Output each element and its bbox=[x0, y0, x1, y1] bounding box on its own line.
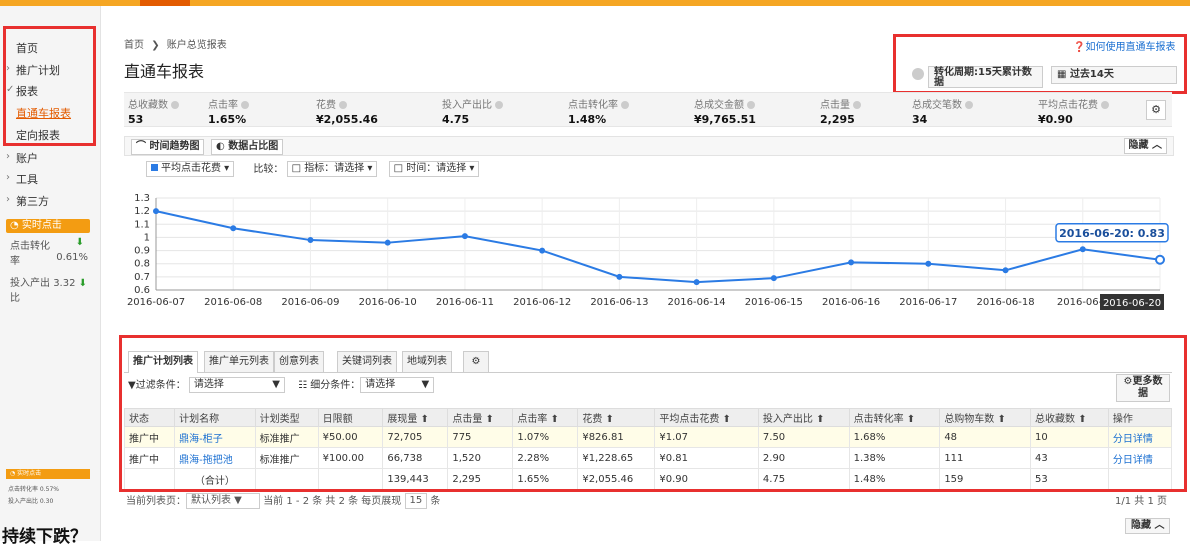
x-tick-label: 2016-06-08 bbox=[204, 297, 262, 308]
y-tick-label: 0.8 bbox=[134, 259, 150, 270]
data-point bbox=[539, 247, 546, 254]
x-tick-label: 2016-06-13 bbox=[590, 297, 648, 308]
data-point bbox=[384, 239, 391, 246]
small-metric-1: 点击转化率 0.57% bbox=[8, 486, 59, 493]
x-tick-label: 2016-06-15 bbox=[745, 297, 803, 308]
y-tick-label: 0.7 bbox=[134, 272, 150, 283]
series-line bbox=[155, 210, 1161, 284]
stat-cost: 花费 ¥2,055.46 bbox=[316, 100, 378, 126]
chevron-right-icon: › bbox=[6, 151, 10, 162]
x-tick-label: 2016-06-11 bbox=[436, 297, 494, 308]
bottom-caption: 持续下跌？ bbox=[2, 527, 87, 547]
data-point bbox=[461, 233, 468, 240]
y-tick-label: 0.6 bbox=[134, 285, 150, 296]
page-title: 直通车报表 bbox=[124, 62, 205, 81]
down-arrow-icon: ⬇ bbox=[78, 278, 88, 289]
data-point bbox=[770, 275, 777, 282]
metric-select[interactable]: 平均点击花费 ▾ bbox=[146, 161, 235, 177]
compare-label: 比较： bbox=[253, 164, 284, 175]
line-chart: 1.3 1.2 1.1 1 0.9 0.8 0.7 0.62016-06-07 2016-06-… bbox=[127, 193, 1169, 310]
sidebar-item-tools[interactable]: 工具 bbox=[16, 171, 38, 187]
stat-cvr: 点击转化率 1.48% bbox=[568, 96, 629, 126]
y-tick-label: 1.3 bbox=[134, 193, 150, 204]
y-tick-label: 1.2 bbox=[134, 206, 150, 217]
chevron-right-icon: › bbox=[6, 172, 10, 183]
crosshair-label: 2016-06-20 bbox=[1103, 298, 1161, 309]
x-tick-label: 2016-06-18 bbox=[976, 297, 1034, 308]
pie-chart-icon: ◐ bbox=[216, 141, 225, 152]
chart-controls: 平均点击花费 ▾ 比较： □ 指标：请选择 ▾ □ 时间：请选择 ▾ bbox=[146, 160, 480, 177]
stat-total-favorites: 总收藏数 53 bbox=[128, 96, 179, 126]
data-point bbox=[1079, 246, 1086, 253]
chevron-right-icon: › bbox=[6, 194, 10, 205]
page-info: 1/1 共 1 页 bbox=[1115, 496, 1167, 507]
y-tick-label: 0.9 bbox=[134, 246, 150, 257]
metric-conversion: 点击转化 ⬇ 率 0.61% bbox=[10, 237, 88, 267]
x-tick-label: 2016-06-16 bbox=[822, 297, 880, 308]
chart-toolbar: ⌒ 时间趋势图 ◐ 数据占比图 隐藏 ︿ bbox=[124, 136, 1174, 156]
breadcrumb-home[interactable]: 首页 bbox=[124, 40, 144, 51]
x-tick-label: 2016-06-12 bbox=[513, 297, 571, 308]
tooltip-text: 2016-06-20: 0.83 bbox=[1059, 227, 1165, 240]
breadcrumb: 首页 ❯ 账户总览报表 bbox=[124, 40, 227, 51]
y-tick-label: 1 bbox=[144, 232, 150, 243]
realtime-click-tag-small: ◔ 实时点击 bbox=[6, 469, 90, 479]
highlight-box-sidebar bbox=[3, 26, 96, 146]
down-arrow-icon: ⬇ bbox=[75, 237, 84, 248]
sidebar-item-account[interactable]: 账户 bbox=[16, 150, 38, 166]
summary-stats: 总收藏数 53 点击率 1.65% 花费 ¥2,055.46 投入产出比 4.75 点击… bbox=[124, 92, 1172, 127]
pager: 当前列表页： 默认列表 ▼ 当前 1 - 2 条 共 2 条 每页展现 15 条 bbox=[126, 493, 441, 509]
indicator-select[interactable]: □ 指标：请选择 ▾ bbox=[286, 161, 378, 177]
stat-gmv: 总成交金额 ¥9,765.51 bbox=[694, 100, 756, 126]
sidebar-item-third-party[interactable]: 第三方 bbox=[16, 193, 49, 209]
x-tick-label: 2016-06-17 bbox=[899, 297, 957, 308]
y-tick-label: 1.1 bbox=[134, 219, 150, 230]
metric-roi: 投入产出 3.32 ⬇ 比 bbox=[10, 278, 88, 304]
data-point bbox=[693, 279, 700, 286]
stat-orders: 总成交笔数 34 bbox=[912, 96, 973, 126]
data-point bbox=[925, 260, 932, 267]
data-point bbox=[1002, 267, 1009, 274]
x-tick-label: 2016-06-07 bbox=[127, 297, 185, 308]
data-point bbox=[153, 208, 159, 215]
brand-logo bbox=[140, 0, 190, 6]
realtime-click-tag: ◔ 实时点击 bbox=[6, 219, 90, 233]
x-tick-label: 2016-06-10 bbox=[359, 297, 417, 308]
view-select[interactable]: 默认列表 ▼ bbox=[186, 493, 260, 509]
data-point bbox=[616, 273, 623, 280]
top-banner-strip bbox=[0, 0, 1190, 6]
data-point bbox=[848, 259, 855, 266]
stat-clicks: 点击量 2,295 bbox=[820, 96, 861, 126]
gear-icon[interactable]: ⚙ bbox=[1146, 100, 1166, 120]
per-page-select[interactable]: 15 bbox=[404, 493, 428, 509]
stat-ctr: 点击率 1.65% bbox=[208, 96, 249, 126]
tab-share-chart[interactable]: ◐ 数据占比图 bbox=[211, 139, 284, 155]
hide-table-button[interactable]: 隐藏 ︿ bbox=[1125, 518, 1171, 534]
line-chart-icon: ⌒ bbox=[136, 141, 146, 152]
stat-roi: 投入产出比 4.75 bbox=[442, 96, 503, 126]
small-metric-2: 投入产出比 0.30 bbox=[8, 498, 54, 505]
breadcrumb-current: 账户总览报表 bbox=[166, 40, 227, 51]
stat-avg-cpc: 平均点击花费 ¥0.90 bbox=[1038, 96, 1109, 126]
tab-trend-chart[interactable]: ⌒ 时间趋势图 bbox=[131, 139, 205, 155]
data-point bbox=[230, 225, 237, 232]
hide-chart-button[interactable]: 隐藏 ︿ bbox=[1123, 138, 1167, 154]
data-point bbox=[307, 237, 314, 244]
highlight-box-period bbox=[893, 34, 1187, 94]
time-select[interactable]: □ 时间：请选择 ▾ bbox=[388, 161, 480, 177]
data-point bbox=[1155, 254, 1165, 265]
highlight-box-table bbox=[119, 335, 1187, 492]
x-tick-label: 2016-06-09 bbox=[281, 297, 339, 308]
x-tick-label: 2016-06-14 bbox=[668, 297, 726, 308]
